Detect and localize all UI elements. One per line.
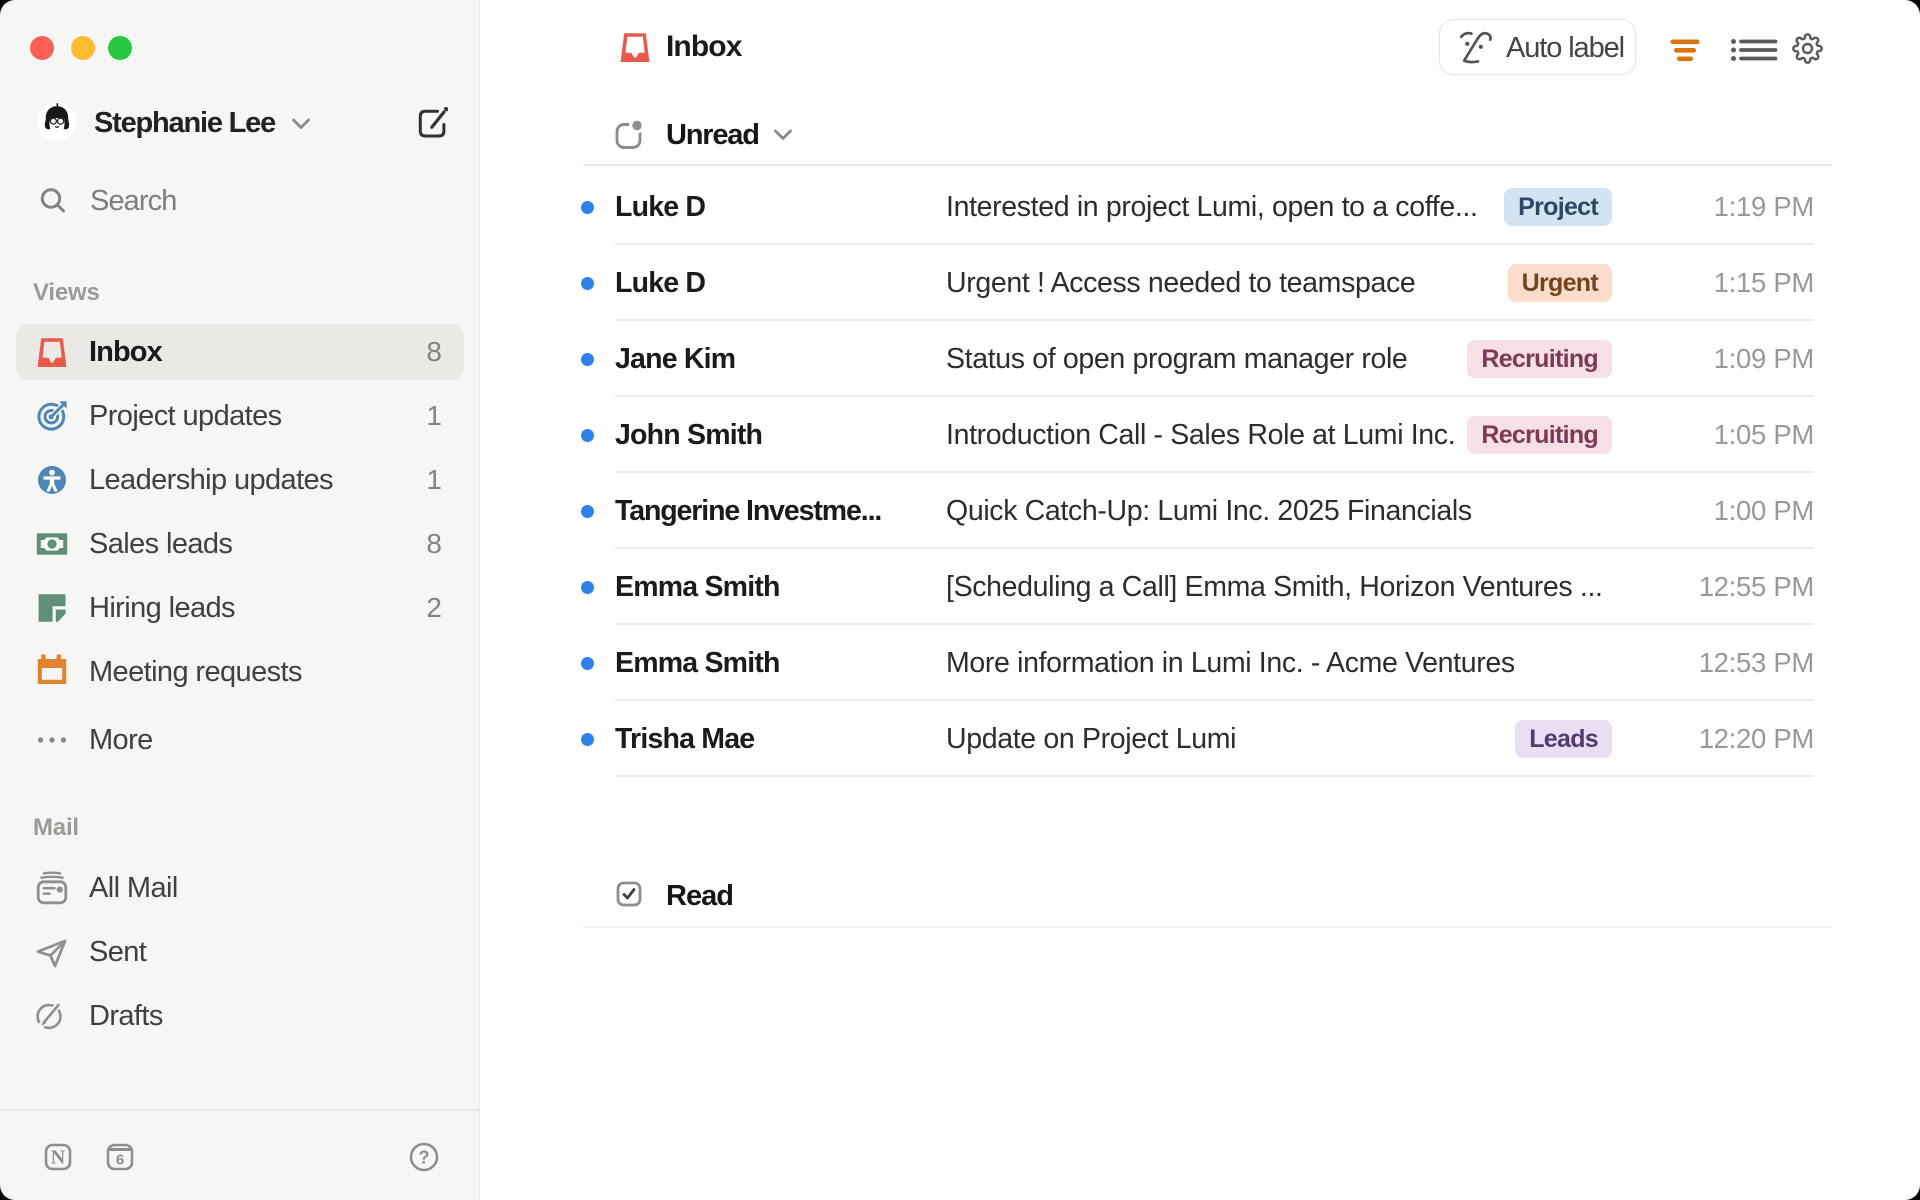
svg-text:6: 6 bbox=[116, 1152, 124, 1169]
svg-text:N: N bbox=[51, 1147, 66, 1169]
svg-text:?: ? bbox=[419, 1148, 430, 1168]
